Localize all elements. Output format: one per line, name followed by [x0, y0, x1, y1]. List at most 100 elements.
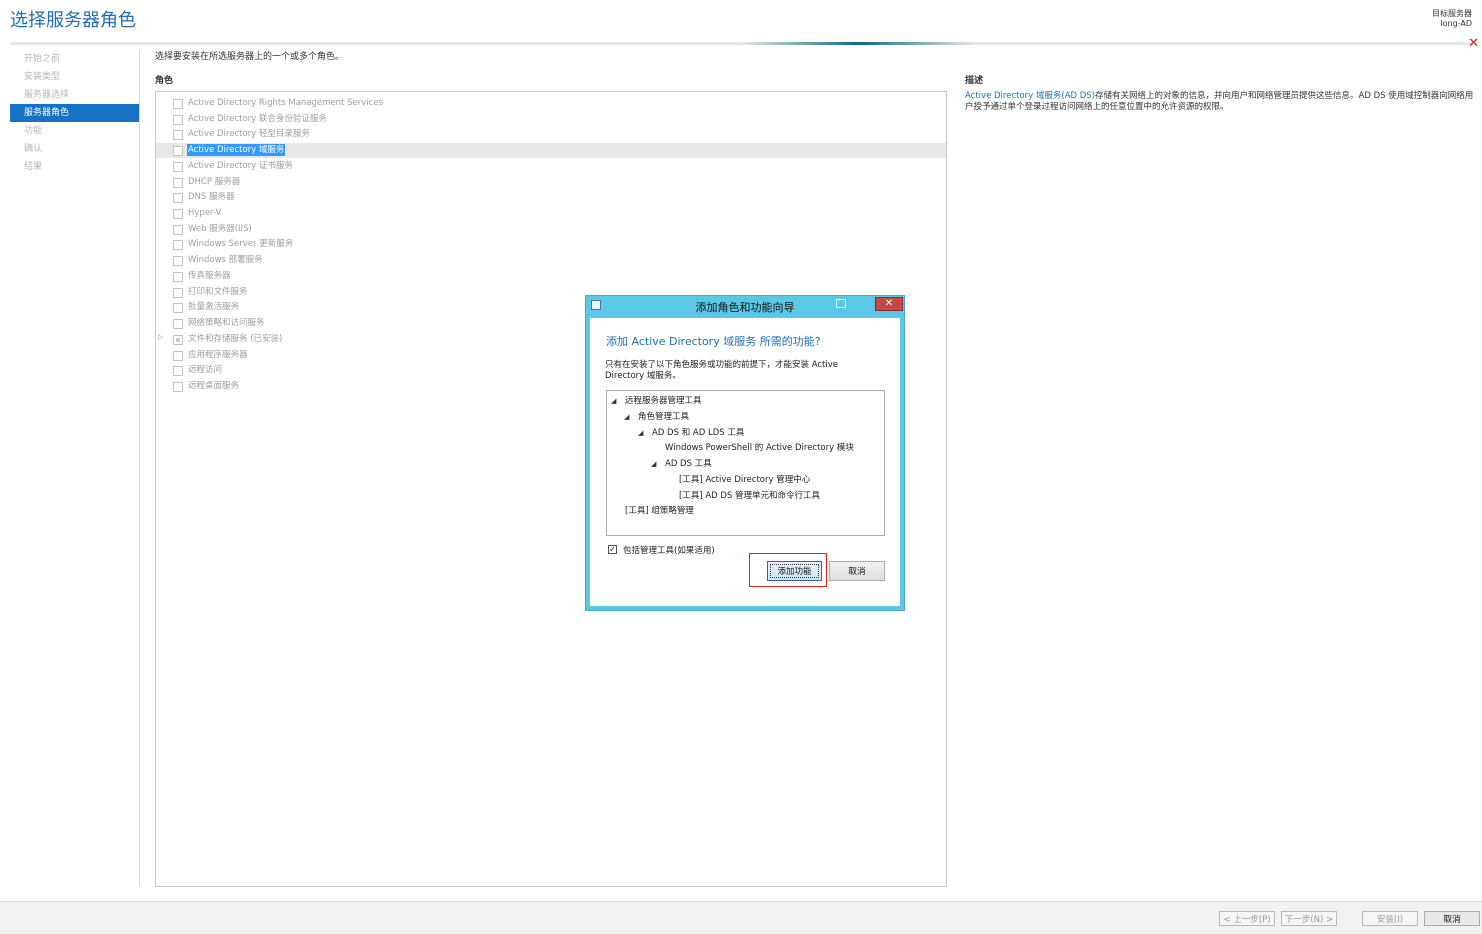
role-label: 网络策略和访问服务 [188, 318, 265, 328]
role-row[interactable]: Hyper-V [156, 206, 946, 221]
role-row[interactable]: Active Directory 证书服务 [156, 159, 946, 174]
role-label: DHCP 服务器 [188, 177, 241, 187]
tree-item: [工具] AD DS 管理单元和命令行工具 [679, 491, 821, 501]
next-button[interactable]: 下一步(N) > [1281, 911, 1337, 926]
role-label: 文件和存储服务 (已安装) [188, 334, 283, 344]
role-label: Windows Server 更新服务 [188, 239, 294, 249]
role-row[interactable]: DNS 服务器 [156, 190, 946, 205]
tree-item: [工具] Active Directory 管理中心 [679, 475, 811, 485]
role-checkbox[interactable] [173, 193, 183, 203]
collapse-triangle-icon[interactable]: ◢ [651, 458, 656, 470]
role-checkbox-indeterminate[interactable] [173, 335, 183, 345]
role-label: Active Directory 轻型目录服务 [188, 129, 310, 139]
description-text: Active Directory 域服务(AD DS)存储有关网络上的对象的信息… [965, 91, 1475, 113]
collapse-triangle-icon[interactable]: ◢ [611, 395, 616, 407]
nav-item-server-roles[interactable]: 服务器角色 [10, 104, 139, 122]
nav-item-results[interactable]: 结果 [10, 158, 139, 176]
header-divider [10, 42, 1472, 45]
target-server-info: 目标服务器 long-AD [1432, 9, 1472, 29]
description-link[interactable]: Active Directory 域服务(AD DS) [965, 91, 1095, 101]
role-checkbox[interactable] [173, 272, 183, 282]
tree-item: 角色管理工具 [638, 412, 690, 422]
close-icon[interactable]: ✕ [1468, 36, 1479, 51]
role-checkbox[interactable] [173, 382, 183, 392]
nav-item-server-selection[interactable]: 服务器选择 [10, 86, 139, 104]
role-row[interactable]: Active Directory Rights Management Servi… [156, 96, 946, 111]
dialog-title: 添加角色和功能向导 [695, 301, 795, 314]
nav-item-installation-type[interactable]: 安装类型 [10, 68, 139, 86]
role-label: Active Directory 证书服务 [188, 161, 293, 171]
role-row[interactable]: Windows 部署服务 [156, 253, 946, 268]
page-title: 选择服务器角色 [10, 10, 136, 31]
role-row[interactable]: Active Directory 联合身份验证服务 [156, 112, 946, 127]
tree-item: Windows PowerShell 的 Active Directory 模块 [665, 443, 854, 453]
instruction-text: 选择要安装在所选服务器上的一个或多个角色。 [155, 52, 345, 62]
description-header: 描述 [965, 76, 984, 86]
role-checkbox[interactable] [173, 130, 183, 140]
restore-icon[interactable] [836, 299, 846, 308]
include-tools-label[interactable]: 包括管理工具(如果适用) [623, 544, 715, 556]
role-row[interactable]: Active Directory 轻型目录服务 [156, 127, 946, 142]
role-label: Hyper-V [188, 208, 222, 218]
role-checkbox[interactable] [173, 288, 183, 298]
tree-item: AD DS 和 AD LDS 工具 [652, 428, 745, 438]
role-label: Windows 部署服务 [188, 255, 263, 265]
role-checkbox[interactable] [173, 225, 183, 235]
tree-item: AD DS 工具 [665, 459, 712, 469]
role-label: 打印和文件服务 [188, 287, 248, 297]
role-label: Active Directory Rights Management Servi… [188, 98, 383, 108]
role-label: 传真服务器 [188, 271, 231, 281]
roles-header: 角色 [155, 76, 174, 86]
role-label: Active Directory 域服务 [187, 144, 286, 156]
nav-item-confirmation[interactable]: 确认 [10, 140, 139, 158]
role-label: 远程桌面服务 [188, 381, 240, 391]
role-row-selected[interactable]: Active Directory 域服务 [156, 143, 946, 158]
role-checkbox[interactable] [173, 99, 183, 109]
role-row[interactable]: Web 服务器(IIS) [156, 222, 946, 237]
role-checkbox[interactable] [173, 303, 183, 313]
role-row[interactable]: 传真服务器 [156, 269, 946, 284]
dialog-header: 添加 Active Directory 域服务 所需的功能? [606, 335, 821, 348]
expand-arrow-icon[interactable]: ▷ [158, 333, 163, 341]
role-checkbox[interactable] [173, 256, 183, 266]
install-button[interactable]: 安装(I) [1362, 911, 1418, 926]
role-checkbox[interactable] [173, 319, 183, 329]
role-checkbox[interactable] [173, 351, 183, 361]
role-checkbox[interactable] [173, 366, 183, 376]
dialog-message: 只有在安装了以下角色服务或功能的前提下，才能安装 Active Director… [605, 360, 838, 381]
nav-item-features[interactable]: 功能 [10, 122, 139, 140]
collapse-triangle-icon[interactable]: ◢ [638, 427, 643, 439]
dialog-cancel-button[interactable]: 取消 [829, 561, 885, 581]
add-features-button[interactable]: 添加功能 [767, 561, 822, 581]
nav-item-before-you-begin[interactable]: 开始之前 [10, 50, 139, 68]
role-checkbox[interactable] [173, 162, 183, 172]
tree-item: 远程服务器管理工具 [625, 396, 702, 406]
tree-item: [工具] 组策略管理 [625, 506, 694, 516]
wizard-footer: < 上一步(P) 下一步(N) > 安装(I) 取消 [0, 901, 1482, 934]
add-features-dialog: 添加角色和功能向导 ✕ 添加 Active Directory 域服务 所需的功… [585, 295, 905, 611]
collapse-triangle-icon[interactable]: ◢ [624, 411, 629, 423]
previous-button[interactable]: < 上一步(P) [1219, 911, 1275, 926]
role-label: 远程访问 [188, 365, 223, 375]
dialog-titlebar[interactable]: 添加角色和功能向导 ✕ [586, 296, 904, 316]
role-row[interactable]: Windows Server 更新服务 [156, 237, 946, 252]
target-server-name: long-AD [1440, 19, 1472, 28]
role-label: Active Directory 联合身份验证服务 [188, 114, 327, 124]
dialog-body: 添加 Active Directory 域服务 所需的功能? 只有在安装了以下角… [590, 318, 900, 606]
include-tools-checkbox[interactable]: ✓ [608, 545, 617, 554]
role-label: DNS 服务器 [188, 192, 235, 202]
role-label: Web 服务器(IIS) [188, 224, 252, 234]
role-checkbox[interactable] [173, 146, 183, 156]
target-server-label: 目标服务器 [1432, 9, 1472, 18]
role-label: 应用程序服务器 [188, 350, 248, 360]
role-checkbox[interactable] [173, 240, 183, 250]
role-row[interactable]: DHCP 服务器 [156, 175, 946, 190]
role-checkbox[interactable] [173, 115, 183, 125]
role-checkbox[interactable] [173, 209, 183, 219]
required-features-tree[interactable]: ◢ 远程服务器管理工具 ◢ 角色管理工具 ◢ AD DS 和 AD LDS 工具… [606, 390, 885, 536]
dialog-close-button[interactable]: ✕ [875, 297, 903, 311]
cancel-button[interactable]: 取消 [1424, 911, 1480, 926]
wizard-nav: 开始之前 安装类型 服务器选择 服务器角色 功能 确认 结果 [10, 50, 140, 886]
role-checkbox[interactable] [173, 178, 183, 188]
role-label: 批量激活服务 [188, 302, 240, 312]
